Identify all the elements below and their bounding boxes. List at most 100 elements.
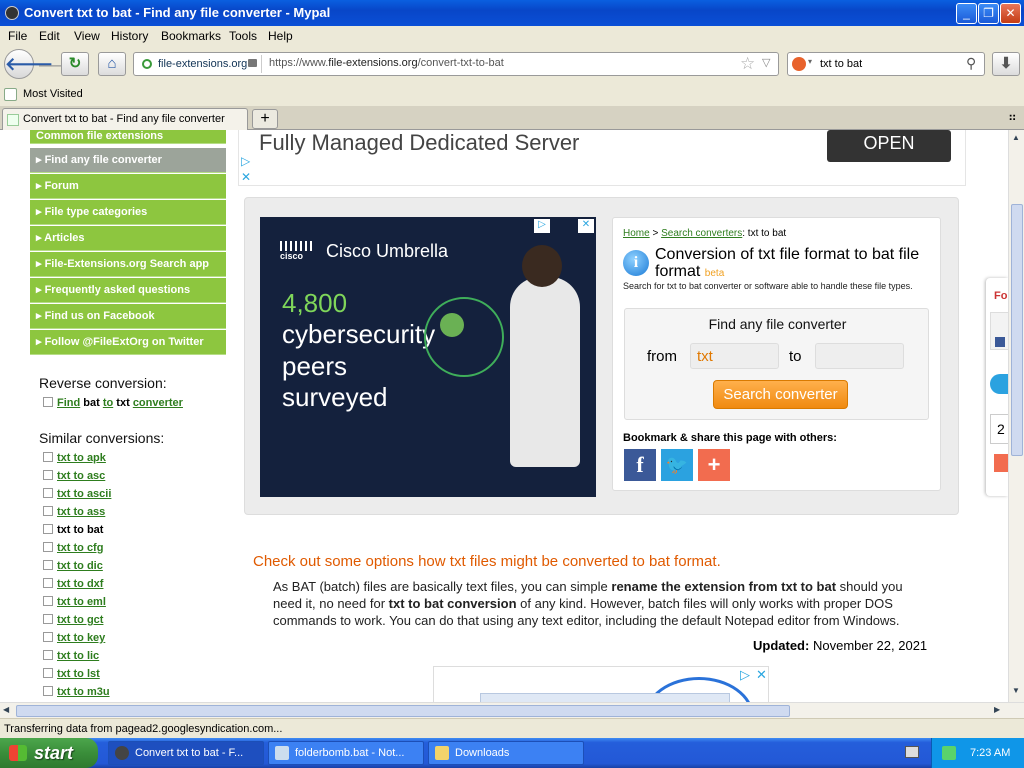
similar-link-label[interactable]: txt to lst [57, 668, 100, 680]
window-title-bar[interactable]: Convert txt to bat - Find any file conve… [0, 0, 1024, 26]
ad-close-icon[interactable]: ✕ [578, 219, 594, 233]
breadcrumb-home[interactable]: Home [623, 228, 650, 239]
similar-link-label[interactable]: txt to dic [57, 560, 103, 572]
similar-link[interactable]: txt to dxf [43, 578, 103, 590]
keyboard-tray-icon[interactable] [905, 746, 919, 758]
similar-link[interactable]: txt to gct [43, 614, 103, 626]
cisco-ad[interactable]: cisco Cisco Umbrella 4,800 cybersecurity… [260, 217, 596, 497]
similar-link[interactable]: txt to dic [43, 560, 103, 572]
tab-list-icon[interactable]: ⠶ [1008, 110, 1017, 124]
scroll-down-icon[interactable]: ▼ [1012, 686, 1020, 695]
similar-link[interactable]: txt to key [43, 632, 105, 644]
start-button[interactable]: start [0, 738, 98, 768]
most-visited-bookmark[interactable]: Most Visited [23, 88, 83, 100]
vertical-scroll-thumb[interactable] [1011, 204, 1023, 456]
floating-more-icon[interactable] [994, 454, 1008, 472]
search-input[interactable] [820, 56, 960, 72]
site-identity-button[interactable]: file-extensions.org [136, 55, 262, 73]
minimize-button[interactable]: _ [956, 3, 977, 24]
search-bar[interactable]: ▾ ⚲ [787, 52, 985, 76]
floating-twitter-icon[interactable] [990, 374, 1008, 394]
similar-link-label[interactable]: txt to lic [57, 650, 99, 662]
similar-link[interactable]: txt to cfg [43, 542, 103, 554]
similar-link-label[interactable]: txt to apk [57, 452, 106, 464]
sidebar-item-common-extensions[interactable]: Common file extensions [30, 130, 226, 144]
similar-link[interactable]: txt to eml [43, 596, 106, 608]
vertical-scrollbar[interactable]: ▲ ▼ [1008, 130, 1024, 702]
menu-view[interactable]: View [74, 29, 100, 43]
similar-link-label[interactable]: txt to m3u [57, 686, 110, 698]
back-button[interactable]: 🡐 [4, 49, 53, 79]
taskbar-item-notepad[interactable]: folderbomb.bat - Not... [268, 741, 424, 765]
downloads-button[interactable]: ⬇ [992, 52, 1020, 76]
similar-link[interactable]: txt to lic [43, 650, 99, 662]
scroll-left-icon[interactable]: ◀ [3, 705, 9, 714]
menu-tools[interactable]: Tools [229, 29, 257, 43]
reload-button[interactable]: ↻ [61, 52, 89, 76]
menu-edit[interactable]: Edit [39, 29, 60, 43]
new-tab-button[interactable]: + [252, 109, 278, 129]
similar-link[interactable]: txt to ascii [43, 488, 111, 500]
taskbar-item-downloads[interactable]: Downloads [428, 741, 584, 765]
similar-link[interactable]: txt to ass [43, 506, 105, 518]
reverse-link-to[interactable]: to [103, 397, 113, 409]
more-share-icon[interactable]: + [698, 449, 730, 481]
reverse-conversion-link[interactable]: Find bat to txt converter [43, 397, 183, 409]
tab-active[interactable]: Convert txt to bat - Find any file conve… [2, 108, 248, 130]
similar-link-label[interactable]: txt to key [57, 632, 105, 644]
scroll-up-icon[interactable]: ▲ [1012, 133, 1020, 142]
menu-file[interactable]: File [8, 29, 27, 43]
ad-close-icon[interactable]: ✕ [241, 170, 251, 184]
adchoices-icon[interactable]: ▷ [241, 154, 250, 168]
to-input[interactable] [815, 343, 904, 369]
similar-link-label[interactable]: txt to dxf [57, 578, 103, 590]
breadcrumb-search-converters[interactable]: Search converters [661, 228, 742, 239]
restore-button[interactable]: ❐ [978, 3, 999, 24]
sidebar-item-faq[interactable]: ▸ Frequently asked questions [30, 278, 226, 303]
bottom-ad[interactable]: ▷ ✕ [433, 666, 769, 706]
adchoices-icon[interactable]: ▷ [740, 667, 750, 683]
twitter-share-icon[interactable]: 🐦 [661, 449, 693, 481]
horizontal-scrollbar[interactable]: ◀ ▶ [0, 702, 1024, 718]
similar-link-label[interactable]: txt to ascii [57, 488, 111, 500]
similar-link[interactable]: txt to asc [43, 470, 105, 482]
menu-help[interactable]: Help [268, 29, 293, 43]
similar-link[interactable]: txt to lst [43, 668, 100, 680]
home-button[interactable]: ⌂ [98, 52, 126, 76]
reverse-link-find[interactable]: Find [57, 397, 80, 409]
facebook-share-icon[interactable]: f [624, 449, 656, 481]
floating-like-box[interactable] [990, 312, 1008, 350]
similar-link-label[interactable]: txt to cfg [57, 542, 103, 554]
sidebar-item-articles[interactable]: ▸ Articles [30, 226, 226, 251]
url-text[interactable]: https://www.file-extensions.org/convert-… [269, 57, 504, 69]
similar-link-label[interactable]: txt to ass [57, 506, 105, 518]
sidebar-item-twitter[interactable]: ▸ Follow @FileExtOrg on Twitter [30, 330, 226, 355]
engine-dropdown-icon[interactable]: ▾ [808, 57, 812, 66]
clock[interactable]: 7:23 AM [970, 738, 1010, 768]
taskbar-item-browser[interactable]: Convert txt to bat - F... [108, 741, 264, 765]
similar-link-label[interactable]: txt to asc [57, 470, 105, 482]
url-dropdown-icon[interactable]: ▽ [762, 56, 770, 69]
top-ad-banner[interactable]: Fully Managed Dedicated Server OPEN ▷ ✕ [238, 130, 966, 186]
close-button[interactable]: ✕ [1000, 3, 1021, 24]
menu-history[interactable]: History [111, 29, 148, 43]
similar-link-label[interactable]: txt to eml [57, 596, 106, 608]
sidebar-item-find-converter[interactable]: ▸ Find any file converter [30, 148, 226, 173]
search-engine-icon[interactable] [792, 57, 806, 71]
menu-bookmarks[interactable]: Bookmarks [161, 29, 221, 43]
adchoices-icon[interactable]: ▷ [534, 219, 550, 233]
scroll-right-icon[interactable]: ▶ [994, 705, 1000, 714]
from-input[interactable] [690, 343, 779, 369]
network-tray-icon[interactable] [942, 746, 956, 760]
bookmark-star-icon[interactable]: ☆ [740, 54, 755, 74]
ad-open-button[interactable]: OPEN [827, 130, 951, 162]
similar-link[interactable]: txt to apk [43, 452, 106, 464]
url-bar[interactable]: file-extensions.org https://www.file-ext… [133, 52, 779, 76]
sidebar-item-facebook[interactable]: ▸ Find us on Facebook [30, 304, 226, 329]
sidebar-item-search-app[interactable]: ▸ File-Extensions.org Search app [30, 252, 226, 277]
similar-link-label[interactable]: txt to gct [57, 614, 103, 626]
reverse-link-converter[interactable]: converter [133, 397, 183, 409]
similar-link[interactable]: txt to m3u [43, 686, 110, 698]
search-converter-button[interactable]: Search converter [713, 380, 848, 409]
sidebar-item-forum[interactable]: ▸ Forum [30, 174, 226, 199]
